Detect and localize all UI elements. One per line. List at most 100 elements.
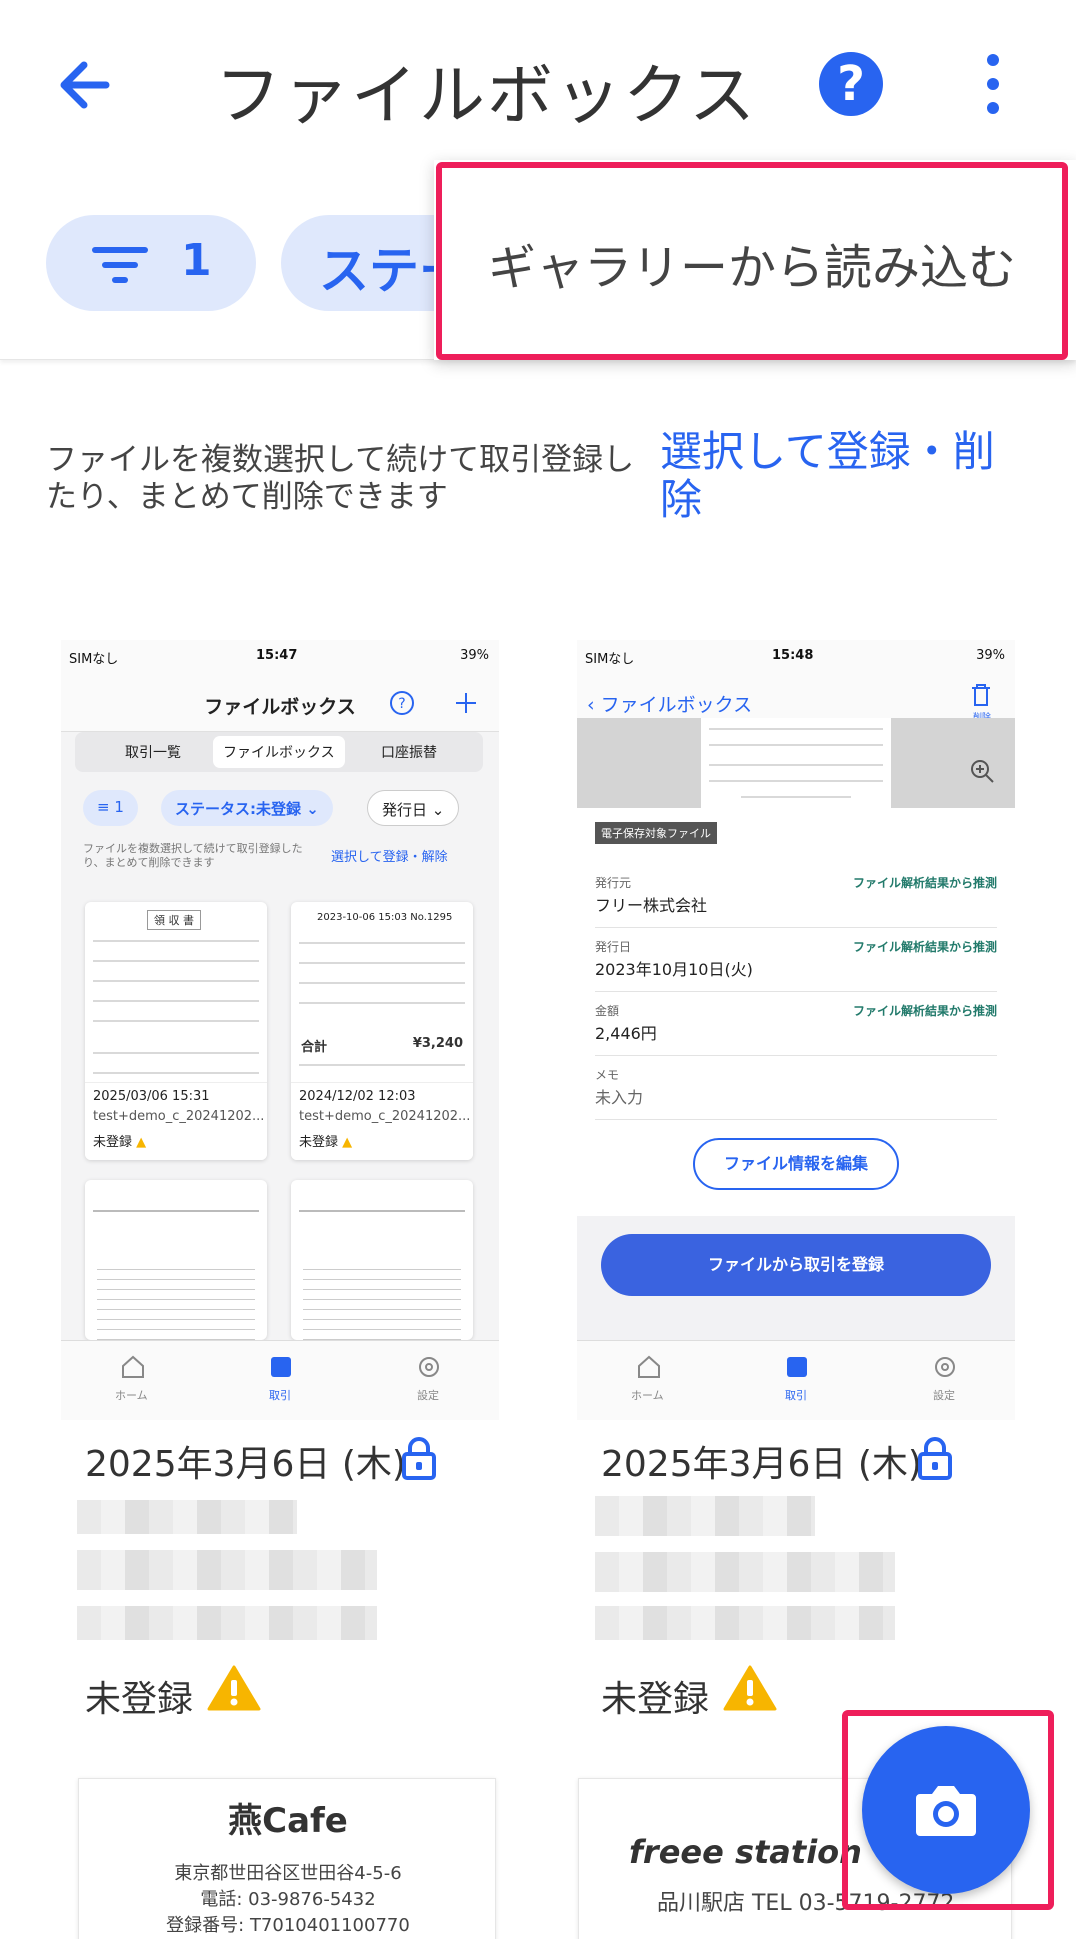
phone-segmented-control: 取引一覧 ファイルボックス 口座振替 bbox=[75, 732, 483, 772]
phone-tab-transactions: 取引 bbox=[269, 1389, 291, 1402]
phone-invoice-thumb bbox=[291, 1180, 473, 1340]
invoice-table bbox=[303, 1260, 461, 1340]
phone-battery: 39% bbox=[976, 648, 1005, 663]
receipt-line bbox=[709, 744, 883, 746]
back-button[interactable] bbox=[50, 50, 120, 120]
phone-status-chip: ステータス:未登録 ⌄ bbox=[161, 790, 333, 826]
redacted-text bbox=[595, 1606, 895, 1640]
filter-icon bbox=[92, 247, 148, 283]
phone-date-chip-label: 発行日 bbox=[382, 801, 428, 819]
filter-chip[interactable]: 1 bbox=[46, 215, 256, 311]
zoom-in-icon bbox=[971, 760, 994, 783]
file-card[interactable]: SIMなし 15:47 39% ファイルボックス ? 取引一覧 ファイルボックス… bbox=[61, 640, 499, 1720]
card-date: 2025年3月6日 (木) bbox=[85, 1444, 406, 1485]
receipt-paper bbox=[701, 718, 891, 808]
redacted-text bbox=[77, 1550, 377, 1590]
receipt-line bbox=[93, 980, 259, 982]
receipt-status: 未登録 ▲ bbox=[93, 1131, 146, 1150]
receipt-line bbox=[299, 1002, 465, 1004]
select-register-delete-link[interactable]: 選択して登録・削除 bbox=[660, 428, 1020, 524]
phone-edit-button: ファイル情報を編集 bbox=[693, 1138, 899, 1190]
more-options-button[interactable] bbox=[978, 52, 1008, 116]
phone-filter-count: 1 bbox=[114, 798, 124, 816]
receipt-line bbox=[299, 942, 465, 944]
phone-receipt-card: 領 収 書 2025/03/06 15:31 test+demo_c_20241… bbox=[85, 902, 267, 1160]
detail-value: 2023年10月10日(火) bbox=[595, 960, 753, 979]
card-status: 未登録 bbox=[601, 1679, 710, 1720]
lock-icon bbox=[918, 1437, 952, 1480]
receipt-shop-name: freee station bbox=[629, 1833, 862, 1871]
phone-receipt-card: 2023-10-06 15:03 No.1295 合計 ¥3,240 2024/… bbox=[291, 902, 473, 1160]
file-card[interactable]: SIMなし 15:48 39% ‹ ファイルボックス 削除 電子保存対象ファイル… bbox=[577, 640, 1015, 1720]
receipt-status: 未登録 ▲ bbox=[299, 1131, 352, 1150]
highlight-frame-menu bbox=[436, 162, 1068, 360]
receipt-file: test+demo_c_20241202... bbox=[299, 1109, 471, 1124]
redacted-text bbox=[77, 1606, 377, 1640]
invoice-line bbox=[299, 1210, 465, 1212]
gear-icon bbox=[935, 1357, 955, 1377]
svg-text:?: ? bbox=[398, 696, 405, 712]
receipt-total-label: 合計 bbox=[301, 1040, 328, 1055]
invoice-line bbox=[93, 1210, 259, 1212]
detail-row: 金額 2,446円 ファイル解析結果から推測 bbox=[595, 992, 997, 1056]
filter-count: 1 bbox=[181, 235, 212, 286]
receipt-meta: 2025/03/06 15:31 test+demo_c_20241202...… bbox=[85, 1082, 267, 1160]
detail-source: ファイル解析結果から推測 bbox=[852, 940, 997, 954]
phone-time: 15:47 bbox=[256, 648, 298, 663]
file-thumbnail: SIMなし 15:47 39% ファイルボックス ? 取引一覧 ファイルボックス… bbox=[61, 640, 499, 1420]
redacted-text bbox=[595, 1496, 815, 1536]
home-icon bbox=[638, 1355, 660, 1378]
inbox-icon bbox=[271, 1357, 291, 1377]
warning-icon: ▲ bbox=[136, 1135, 147, 1150]
trash-icon bbox=[972, 684, 990, 706]
help-icon: ? bbox=[837, 56, 865, 112]
redacted-text bbox=[77, 1500, 297, 1534]
phone-tab-settings: 設定 bbox=[417, 1389, 439, 1402]
detail-label: メモ bbox=[595, 1068, 620, 1082]
file-card-preview[interactable]: 燕Cafe 東京都世田谷区世田谷4-5-6 電話: 03-9876-5432 登… bbox=[78, 1778, 496, 1939]
receipt-line bbox=[709, 764, 883, 766]
phone-tab-settings: 設定 bbox=[933, 1389, 955, 1402]
receipt-line bbox=[299, 962, 465, 964]
phone-info: ファイルを複数選択して続けて取引登録したり、まとめて削除できます bbox=[83, 842, 303, 869]
warning-icon bbox=[207, 1665, 261, 1711]
receipt-phone: 電話: 03-9876-5432 bbox=[200, 1889, 376, 1910]
multi-select-hint: ファイルを複数選択して続けて取引登録したり、まとめて削除できます bbox=[46, 442, 635, 515]
receipt-line bbox=[93, 1052, 259, 1054]
card-status: 未登録 bbox=[85, 1679, 194, 1720]
phone-time: 15:48 bbox=[772, 648, 814, 663]
detail-row: メモ 未入力 bbox=[595, 1056, 997, 1120]
receipt-title: 2023-10-06 15:03 No.1295 bbox=[317, 912, 453, 923]
more-vert-icon bbox=[987, 54, 999, 114]
phone-carrier: SIMなし bbox=[585, 652, 635, 667]
phone-carrier: SIMなし bbox=[69, 652, 119, 667]
detail-label: 発行元 bbox=[595, 876, 632, 890]
phone-status-chip-label: ステータス:未登録 bbox=[175, 800, 301, 818]
phone-filter-chip: ≡ 1 bbox=[83, 790, 138, 826]
phone-back-label: ファイルボックス bbox=[600, 694, 753, 716]
receipt-date: 2025/03/06 15:31 bbox=[93, 1089, 210, 1104]
receipt-line bbox=[709, 780, 883, 782]
receipt-line bbox=[93, 940, 259, 942]
arrow-left-icon bbox=[60, 61, 110, 109]
phone-detail-panel: 電子保存対象ファイル 発行元 フリー株式会社 ファイル解析結果から推測 発行日 … bbox=[577, 808, 1015, 1340]
phone-register-button: ファイルから取引を登録 bbox=[601, 1234, 991, 1296]
receipt-total: ¥3,240 bbox=[412, 1036, 463, 1051]
detail-value: フリー株式会社 bbox=[595, 896, 708, 915]
segment-transfer: 口座振替 bbox=[381, 745, 437, 761]
phone-status-bar: SIMなし 15:47 39% bbox=[61, 640, 499, 674]
help-button[interactable]: ? bbox=[819, 52, 883, 116]
redacted-text bbox=[595, 1552, 895, 1592]
page-title: ファイルボックス bbox=[215, 57, 758, 134]
phone-back-link: ‹ ファイルボックス bbox=[587, 694, 753, 716]
inbox-icon bbox=[787, 1357, 807, 1377]
segment-transactions: 取引一覧 bbox=[125, 745, 181, 761]
home-icon bbox=[122, 1355, 144, 1378]
phone-tab-home: ホーム bbox=[115, 1389, 148, 1402]
invoice-table bbox=[97, 1260, 255, 1340]
detail-label: 金額 bbox=[595, 1004, 620, 1018]
receipt-registration: 登録番号: T7010401100770 bbox=[166, 1915, 410, 1936]
receipt-title: 領 収 書 bbox=[147, 910, 201, 930]
warning-icon bbox=[723, 1665, 777, 1711]
gear-icon bbox=[419, 1357, 439, 1377]
